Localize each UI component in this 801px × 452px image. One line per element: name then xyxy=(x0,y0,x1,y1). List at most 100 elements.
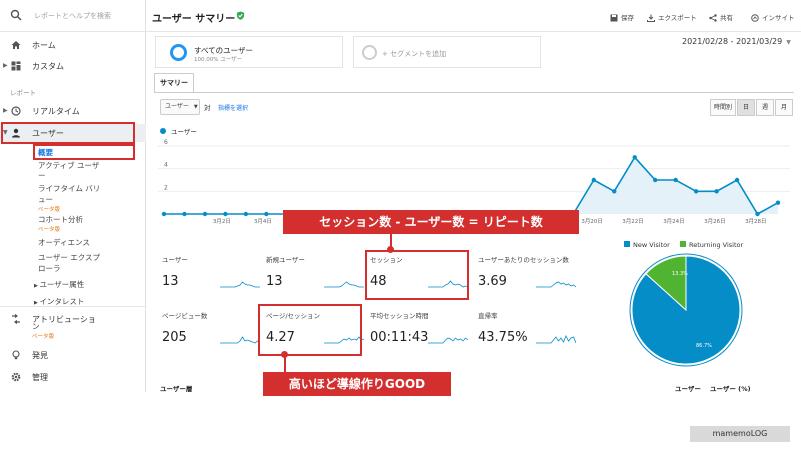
pie-label-returning: 13.3% xyxy=(672,271,688,277)
share-button[interactable]: 共有 xyxy=(709,12,733,22)
sidebar-sub-audiences[interactable]: オーディエンス xyxy=(38,238,90,248)
sidebar: レポートとヘルプを検索 ホーム ▶ カスタム レポート ▶ リアルタイム ▼ ユ… xyxy=(0,0,146,392)
data-point xyxy=(223,211,228,217)
expand-arrow-icon: ▶ xyxy=(3,107,8,114)
sidebar-item-realtime[interactable]: ▶ リアルタイム xyxy=(0,102,146,120)
insights-button[interactable]: インサイト xyxy=(751,12,795,22)
callout-connector-dot xyxy=(387,246,394,253)
metric-tile[interactable]: 平均セッション時間 00:11:43 xyxy=(368,312,468,362)
period-week-button[interactable]: 週 xyxy=(756,99,774,116)
sidebar-item-admin[interactable]: 管理 xyxy=(0,368,146,386)
beta-badge: ベータ版 xyxy=(38,207,61,213)
tab-summary[interactable]: サマリー xyxy=(154,73,194,93)
metric-sparkline xyxy=(220,336,260,344)
section-reports-label: レポート xyxy=(10,89,36,97)
date-range-picker[interactable]: 2021/02/28 - 2021/03/29 ▼ xyxy=(682,37,791,46)
period-month-button[interactable]: 月 xyxy=(775,99,793,116)
insights-label: インサイト xyxy=(762,14,795,22)
save-label: 保存 xyxy=(621,14,634,22)
metric-sparkline xyxy=(220,281,260,288)
data-point xyxy=(673,177,678,183)
page-title: ユーザー サマリー xyxy=(152,14,236,25)
sidebar-search[interactable]: レポートとヘルプを検索 xyxy=(0,0,146,32)
y-tick-label: 2 xyxy=(164,184,168,191)
x-tick-label: 3月20日 xyxy=(581,218,603,225)
sidebar-sub-cohort[interactable]: コホート分析 xyxy=(38,215,83,225)
metric-label: 直帰率 xyxy=(478,312,498,320)
save-icon xyxy=(610,14,618,22)
sidebar-sub-explorer[interactable]: ユーザー エクスプ xyxy=(38,253,100,263)
x-tick-label: 3月28日 xyxy=(745,218,767,225)
data-point xyxy=(714,189,719,194)
segment-all-users[interactable]: すべてのユーザー 100.00% ユーザー xyxy=(155,36,343,68)
sidebar-item-custom[interactable]: ▶ カスタム xyxy=(0,57,146,75)
segment-ring-icon xyxy=(170,44,187,61)
data-point xyxy=(755,211,760,217)
metric-tile[interactable]: ユーザー 13 xyxy=(160,256,260,306)
sidebar-item-home[interactable]: ホーム xyxy=(0,36,146,54)
attribution-icon xyxy=(12,314,20,324)
metric-value: 205 xyxy=(162,330,187,345)
legend-swatch xyxy=(624,241,630,247)
highlight-pages-per-session-box xyxy=(258,304,362,356)
search-placeholder: レポートとヘルプを検索 xyxy=(34,12,111,20)
sidebar-sub-user-attributes[interactable]: ▶ ユーザー属性 xyxy=(34,279,84,290)
sidebar-item-label: ホーム xyxy=(32,41,56,50)
sidebar-item-discover[interactable]: 発見 xyxy=(0,346,146,364)
sidebar-sub-lifetime[interactable]: ライフタイム バリ xyxy=(38,184,100,194)
beta-badge: ベータ版 xyxy=(32,334,55,340)
metric-tile[interactable]: 新規ユーザー 13 xyxy=(264,256,364,306)
metric-sparkline xyxy=(428,337,468,344)
insights-icon xyxy=(751,14,759,22)
search-icon xyxy=(10,9,22,21)
metric-dropdown[interactable]: ユーザー ▼ xyxy=(160,99,200,115)
metric-sparkline xyxy=(536,281,576,288)
callout-connector-dot xyxy=(281,351,288,358)
export-button[interactable]: エクスポート xyxy=(647,12,697,22)
sidebar-sub-active-users[interactable]: アクティブ ユーザ xyxy=(38,161,99,171)
data-point xyxy=(612,189,617,194)
sparkline-path xyxy=(428,337,468,344)
sidebar-divider xyxy=(0,306,146,307)
save-button[interactable]: 保存 xyxy=(610,12,634,22)
legend-dot xyxy=(160,128,166,134)
metric-value: 00:11:43 xyxy=(370,330,429,345)
metric-tile[interactable]: ページビュー数 205 xyxy=(160,312,260,362)
data-point xyxy=(693,189,699,194)
sparkline-path xyxy=(536,281,576,288)
data-point xyxy=(632,155,637,160)
metric-tile[interactable]: 直帰率 43.75% xyxy=(476,312,576,362)
metric-label: 平均セッション時間 xyxy=(370,312,429,320)
metric-tile[interactable]: ユーザーあたりのセッション数 3.69 xyxy=(476,256,576,306)
sidebar-item-label: 管理 xyxy=(32,373,48,382)
sparkline-path xyxy=(536,335,576,344)
add-segment-ring-icon xyxy=(362,45,377,60)
tab-divider xyxy=(154,92,794,93)
metric-value: 3.69 xyxy=(478,274,507,289)
period-hourly-button[interactable]: 時間別 xyxy=(710,99,736,116)
report-header: ユーザー サマリー xyxy=(146,0,801,32)
annotation-repeat-formula: セッション数 - ユーザー数 = リピート数 xyxy=(283,210,579,234)
legend-label: New Visitor xyxy=(633,241,670,249)
add-segment-button[interactable]: + セグメントを追加 xyxy=(353,36,541,68)
sparkline-path xyxy=(324,281,364,288)
verified-shield-icon xyxy=(236,11,245,20)
chart-legend: ユーザー xyxy=(160,126,197,136)
metric-sparkline xyxy=(536,335,576,344)
gear-icon xyxy=(11,372,21,382)
x-tick-label: 3月24日 xyxy=(663,218,685,225)
sidebar-item-attribution[interactable]: アトリビューショ xyxy=(0,310,146,328)
metric-dropdown-value: ユーザー xyxy=(165,103,189,110)
x-tick-label: 3月2日 xyxy=(213,218,231,225)
sidebar-sub-label: インタレスト xyxy=(39,297,85,306)
legend-swatch xyxy=(680,241,686,247)
beta-badge: ベータ版 xyxy=(38,227,61,233)
sidebar-sub-explorer-line2: ローラ xyxy=(38,264,61,273)
pie-legend-returning: Returning Visitor xyxy=(680,241,743,249)
period-day-button[interactable]: 日 xyxy=(737,99,755,116)
share-icon xyxy=(709,14,717,22)
x-tick-label: 3月4日 xyxy=(254,218,272,225)
highlight-users-box xyxy=(1,122,135,144)
select-metric-link[interactable]: 指標を選択 xyxy=(218,103,248,112)
sidebar-item-label: カスタム xyxy=(32,62,64,71)
